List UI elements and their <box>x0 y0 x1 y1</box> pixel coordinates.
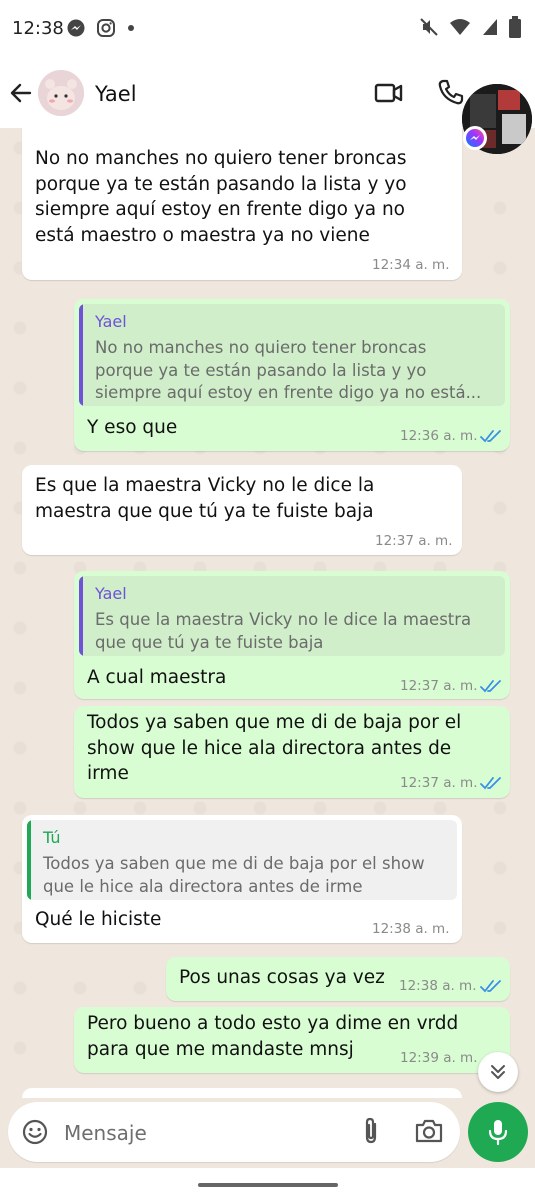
message-bubble-incoming[interactable]: No no manches no quiero tener broncas po… <box>22 128 462 280</box>
quote-text: No no manches no quiero tener broncas po… <box>95 338 482 402</box>
message-text: Es que la maestra Vicky no le dice la ma… <box>35 475 375 522</box>
message-text: A cual maestra <box>87 667 227 688</box>
messenger-badge <box>463 126 487 150</box>
reply-quote[interactable]: Yael No no manches no quiero tener bronc… <box>79 304 505 406</box>
instagram-icon <box>97 19 115 37</box>
message-time: 12:37 a. m. <box>400 775 478 791</box>
avatar[interactable] <box>38 70 84 116</box>
message-text: Qué le hiciste <box>35 909 162 930</box>
quote-author: Yael <box>95 584 127 603</box>
message-time: 12:38 a. m. <box>399 978 477 994</box>
quote-bar <box>27 820 31 900</box>
message-time: 12:37 a. m. <box>375 533 453 549</box>
read-ticks-icon <box>480 430 501 443</box>
quote-bar <box>79 304 83 406</box>
quote-text: Todos ya saben que me di de baja por el … <box>43 854 425 896</box>
messenger-icon <box>466 129 484 147</box>
quote-text: Es que la maestra Vicky no le dice la ma… <box>95 610 472 652</box>
message-bubble-outgoing[interactable]: Pero bueno a todo esto ya dime en vrdd p… <box>74 1007 510 1073</box>
message-time: 12:34 a. m. <box>372 257 450 273</box>
home-gesture-handle[interactable] <box>198 1183 338 1187</box>
message-bubble-outgoing[interactable]: Yael No no manches no quiero tener bronc… <box>74 299 510 451</box>
composer <box>0 1098 535 1168</box>
message-bubble-incoming[interactable]: Tú Todos ya saben que me di de baja por … <box>22 815 462 943</box>
microphone-button[interactable] <box>468 1102 528 1162</box>
reply-quote[interactable]: Yael Es que la maestra Vicky no le dice … <box>79 576 505 656</box>
quote-author: Yael <box>95 312 127 331</box>
wifi-icon <box>450 19 470 35</box>
message-input-container <box>8 1102 460 1162</box>
status-bar: 12:38 <box>0 0 535 58</box>
read-ticks-icon <box>480 777 501 790</box>
battery-icon <box>509 16 521 38</box>
microphone-icon <box>488 1120 508 1146</box>
video-call-icon[interactable] <box>374 80 404 106</box>
contact-name[interactable]: Yael <box>95 82 137 106</box>
quote-bar <box>79 576 83 656</box>
read-ticks-icon <box>480 980 501 993</box>
chat-header: Yael <box>0 58 535 128</box>
message-time: 12:38 a. m. <box>372 921 450 937</box>
mute-icon <box>420 18 438 36</box>
double-chevron-down-icon <box>491 1065 505 1079</box>
quote-author: Tú <box>43 828 61 847</box>
scroll-to-bottom-button[interactable] <box>478 1052 518 1092</box>
message-time: 12:37 a. m. <box>400 678 478 694</box>
signal-icon <box>483 19 497 35</box>
dot-icon <box>128 25 134 31</box>
avatar-image <box>38 70 84 116</box>
notification-icons <box>66 18 136 38</box>
message-text: No no manches no quiero tener broncas po… <box>35 148 407 246</box>
message-input[interactable] <box>62 1116 336 1150</box>
message-bubble-outgoing[interactable]: Yael Es que la maestra Vicky no le dice … <box>74 571 510 699</box>
phone-icon[interactable] <box>437 78 465 106</box>
system-navigation-bar <box>0 1168 535 1200</box>
back-arrow-icon[interactable] <box>8 80 34 106</box>
message-time: 12:39 a. m. <box>400 1050 478 1066</box>
read-ticks-icon <box>480 680 501 693</box>
message-bubble-partial[interactable] <box>22 1088 462 1098</box>
message-bubble-incoming[interactable]: Es que la maestra Vicky no le dice la ma… <box>22 465 462 555</box>
message-bubble-outgoing[interactable]: Todos ya saben que me di de baja por el … <box>74 706 510 798</box>
message-list[interactable]: No no manches no quiero tener broncas po… <box>0 128 535 1098</box>
camera-icon[interactable] <box>414 1118 444 1144</box>
message-text: Pos unas cosas ya vez <box>179 967 385 988</box>
message-text: Y eso que <box>87 417 178 438</box>
system-icons <box>419 16 521 38</box>
emoji-icon[interactable] <box>22 1119 48 1145</box>
paperclip-icon[interactable] <box>360 1116 382 1146</box>
message-bubble-outgoing[interactable]: Pos unas cosas ya vez 12:38 a. m. <box>166 957 510 1001</box>
reply-quote[interactable]: Tú Todos ya saben que me di de baja por … <box>27 820 457 900</box>
status-time: 12:38 <box>12 18 64 39</box>
message-time: 12:36 a. m. <box>400 428 478 444</box>
messenger-icon <box>67 19 85 37</box>
